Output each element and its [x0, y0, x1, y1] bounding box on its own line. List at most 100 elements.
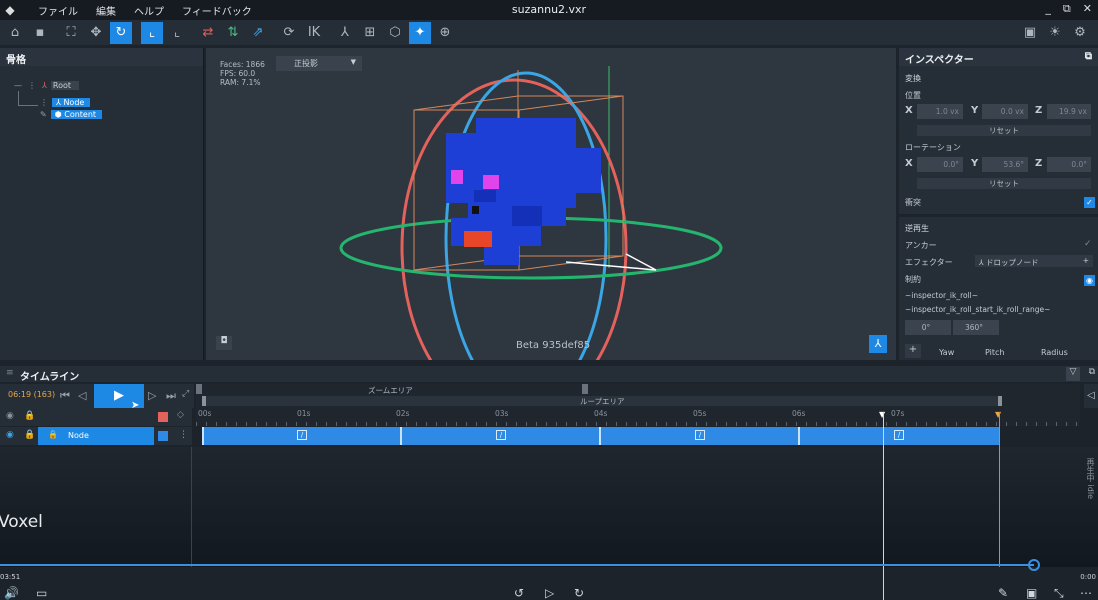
loop-handle-right[interactable] [998, 396, 1002, 406]
eye-icon[interactable]: ◉ [1084, 275, 1095, 286]
popout-icon[interactable]: ⧉ [1089, 367, 1095, 377]
home-icon[interactable]: ⌂ [4, 22, 26, 44]
cube-icon[interactable]: ⬡ [384, 22, 406, 44]
hierarchy-icon[interactable]: ⊞ [359, 22, 381, 44]
rotation-reset-button[interactable]: リセット [917, 178, 1091, 189]
axis-gizmo-icon[interactable]: ⅄ [869, 335, 887, 353]
seek-knob[interactable] [1028, 559, 1040, 571]
skip-start-icon[interactable]: ⏮ [60, 389, 70, 403]
color-swatch-icon[interactable] [158, 431, 168, 441]
ik-icon[interactable]: IK [303, 22, 325, 44]
restore-button[interactable]: ⧉ [1063, 2, 1071, 16]
miniplayer-icon[interactable]: ▣ [1026, 586, 1037, 600]
range-max-field[interactable]: 360° [953, 320, 999, 335]
lock-icon[interactable]: 🔒 [24, 411, 35, 421]
menu-file[interactable]: ファイル [38, 3, 78, 18]
eye-icon[interactable]: ◉ [6, 430, 14, 440]
more-icon[interactable]: ⋮ [179, 430, 188, 440]
edit-icon[interactable]: ✎ [998, 586, 1008, 600]
pos-y-field[interactable]: 0.0 vx [982, 104, 1028, 119]
time-ruler[interactable]: 00s 01s 02s 03s 04s 05s 06s 07s ▼ ▼ [196, 408, 1080, 426]
range-min-field[interactable]: 0° [905, 320, 951, 335]
window-title: suzannu2.vxr [511, 3, 587, 16]
close-button[interactable]: ✕ [1083, 2, 1092, 16]
caption-icon[interactable]: ▭ [36, 586, 47, 600]
popout-icon[interactable]: ⧉ [1085, 51, 1092, 63]
content-item[interactable]: ⬢ Content [50, 110, 103, 119]
play-video-icon[interactable]: ▷ [545, 586, 554, 600]
position-reset-button[interactable]: リセット [917, 125, 1091, 136]
drag-handle-icon[interactable]: ⋮ [40, 98, 48, 107]
target-icon[interactable]: ⊕ [434, 22, 456, 44]
playhead[interactable] [883, 412, 884, 600]
collision-checkbox[interactable]: ✓ [1084, 197, 1095, 208]
3d-viewport[interactable]: Faces: 1866 FPS: 60.0 RAM: 7.1% 正投影 ▼ ◘ … [206, 48, 896, 360]
keyframe[interactable]: ∕ [894, 430, 904, 440]
rot-x-field[interactable]: 0.0° [917, 157, 963, 172]
more-options-icon[interactable]: ⋯ [1080, 586, 1092, 600]
keyframe[interactable]: ∕ [297, 430, 307, 440]
skip-end-icon[interactable]: ⏭ [166, 389, 176, 403]
pos-y-label: Y [971, 105, 979, 116]
collapse-icon[interactable]: — [14, 81, 22, 90]
light-icon[interactable]: ☀ [1044, 21, 1066, 43]
effector-select[interactable]: ⅄ ドロップノード + [975, 255, 1093, 267]
pencil-icon[interactable]: ✎ [40, 110, 47, 119]
joint-icon[interactable]: ⅄ [334, 22, 356, 44]
color-swatch-icon[interactable] [158, 412, 168, 422]
save-icon[interactable]: ▪ [29, 22, 51, 44]
flip-z-icon[interactable]: ⇗ [247, 22, 269, 44]
menu-edit[interactable]: 編集 [96, 3, 116, 18]
rotate-icon[interactable]: ↻ [110, 21, 132, 44]
minimize-button[interactable]: _ [1045, 2, 1051, 16]
loop-handle-left[interactable] [202, 396, 206, 406]
robot-icon[interactable]: ▣ [1019, 21, 1041, 43]
global-pivot-icon[interactable]: ⌞ [166, 22, 188, 44]
anchor-checkbox[interactable]: ✓ [1084, 239, 1092, 249]
step-back-icon[interactable]: ◁ [78, 389, 86, 402]
layer-row[interactable]: ◉ 🔒 🔒 Node ⋮ [0, 427, 192, 445]
node-item[interactable]: ⅄ Node [52, 98, 91, 107]
menu-feedback[interactable]: フィードバック [182, 3, 252, 18]
forward-icon[interactable]: ↻ [574, 586, 584, 600]
rewind-icon[interactable]: ↺ [514, 586, 524, 600]
tick-label: 00s [198, 409, 212, 418]
animation-track[interactable]: ∕ ∕ ∕ ∕ [202, 427, 1000, 445]
drag-handle-icon[interactable]: ⋮ [28, 81, 36, 90]
pos-z-field[interactable]: 19.9 vx [1047, 104, 1091, 119]
step-forward-icon[interactable]: ▷ [148, 389, 156, 402]
zoom-handle-left[interactable] [196, 384, 202, 394]
seek-bar[interactable] [0, 564, 1034, 566]
move-icon[interactable]: ✥ [85, 22, 107, 44]
keyframe[interactable]: ∕ [496, 430, 506, 440]
tree-row-root[interactable]: — ⋮ ⅄ Root [14, 80, 80, 91]
flip-x-icon[interactable]: ⇄ [197, 22, 219, 44]
camera-icon[interactable]: ◘ [216, 336, 232, 350]
lock-icon[interactable]: 🔒 [24, 430, 35, 440]
menu-help[interactable]: ヘルプ [134, 3, 164, 18]
keyframe[interactable]: ∕ [695, 430, 705, 440]
refresh-icon[interactable]: ⟳ [278, 22, 300, 44]
layer-name[interactable]: 🔒 Node [38, 427, 154, 445]
rot-z-field[interactable]: 0.0° [1047, 157, 1091, 172]
expand-icon[interactable]: ⤢ [182, 389, 189, 399]
pos-x-field[interactable]: 1.0 vx [917, 104, 963, 119]
flip-y-icon[interactable]: ⇅ [222, 22, 244, 44]
menu-icon[interactable]: ≡ [6, 368, 14, 378]
filter-icon[interactable]: ▽ [1066, 367, 1080, 381]
sparkle-icon[interactable]: ✦ [409, 21, 431, 44]
volume-icon[interactable]: 🔊 [4, 586, 19, 600]
add-button[interactable]: + [905, 344, 921, 358]
gear-icon[interactable]: ⚙ [1069, 21, 1091, 43]
local-pivot-icon[interactable]: ⌞ [141, 21, 163, 44]
fit-view-icon[interactable]: ⛶ [60, 22, 82, 44]
rot-y-field[interactable]: 53.6° [982, 157, 1028, 172]
keyframe-icon[interactable]: ◇ [177, 410, 184, 420]
tree-row-node[interactable]: ⋮ ⅄ Node [40, 97, 91, 108]
zone-area[interactable]: ズームエリア ループエリア [196, 384, 1080, 408]
fullscreen-exit-icon[interactable]: ⤡ [1054, 586, 1064, 600]
tree-row-content[interactable]: ✎ ⬢ Content [40, 109, 103, 120]
eye-icon[interactable]: ◉ [6, 411, 14, 421]
collapse-left-icon[interactable]: ◁ [1084, 384, 1098, 408]
zoom-handle-right[interactable] [582, 384, 588, 394]
